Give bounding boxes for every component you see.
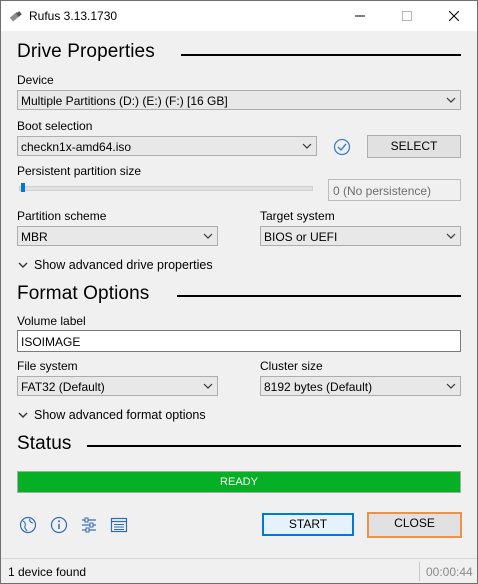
close-window-button[interactable] <box>431 1 477 31</box>
window-title: Rufus 3.13.1730 <box>29 9 118 23</box>
persistence-slider-thumb[interactable] <box>21 183 25 192</box>
boot-selection-value: checkn1x-amd64.iso <box>21 140 132 154</box>
language-globe-icon[interactable] <box>19 516 37 534</box>
close-icon <box>449 11 459 21</box>
maximize-button[interactable] <box>384 1 430 31</box>
select-button[interactable]: SELECT <box>367 135 461 158</box>
info-icon[interactable] <box>50 516 68 534</box>
section-divider <box>87 445 461 447</box>
advanced-drive-label: Show advanced drive properties <box>34 258 213 272</box>
cluster-size-label: Cluster size <box>260 359 323 373</box>
chevron-down-icon <box>302 143 312 149</box>
usb-drive-icon <box>9 11 22 22</box>
format-options-heading: Format Options <box>17 283 150 304</box>
partition-scheme-dropdown[interactable]: MBR <box>17 226 218 246</box>
chevron-down-icon <box>203 233 213 239</box>
status-bar-separator <box>419 562 420 581</box>
status-bar: 1 device found 00:00:44 <box>1 558 477 583</box>
status-heading: Status <box>17 433 72 454</box>
minimize-button[interactable] <box>337 1 383 31</box>
device-dropdown[interactable]: Multiple Partitions (D:) (E:) (F:) [16 G… <box>17 90 461 110</box>
device-label: Device <box>17 73 54 87</box>
status-bar-text: 1 device found <box>8 565 87 579</box>
rufus-window: Rufus 3.13.1730 Drive Properties Device … <box>0 0 478 584</box>
file-system-label: File system <box>17 359 78 373</box>
boot-selection-dropdown[interactable]: checkn1x-amd64.iso <box>17 136 317 156</box>
section-divider <box>181 54 461 56</box>
elapsed-time: 00:00:44 <box>426 565 473 579</box>
persistence-slider-track[interactable] <box>19 186 313 191</box>
partition-scheme-label: Partition scheme <box>17 209 107 223</box>
status-progress-bar: READY <box>17 471 461 493</box>
persistence-size-field: 0 (No persistence) <box>328 179 461 201</box>
partition-scheme-value: MBR <box>21 230 48 244</box>
verify-checkmark-icon[interactable] <box>333 138 351 156</box>
volume-label-value: ISOIMAGE <box>21 335 81 349</box>
cluster-size-value: 8192 bytes (Default) <box>264 380 373 394</box>
target-system-value: BIOS or UEFI <box>264 230 338 244</box>
persistence-size-value: 0 (No persistence) <box>333 184 432 198</box>
minimize-icon <box>355 15 365 17</box>
main-content: Drive Properties Device Multiple Partiti… <box>1 31 477 558</box>
cluster-size-dropdown[interactable]: 8192 bytes (Default) <box>260 376 461 396</box>
chevron-down-icon <box>18 262 28 268</box>
title-bar: Rufus 3.13.1730 <box>1 1 477 31</box>
start-button[interactable]: START <box>262 513 354 536</box>
file-system-value: FAT32 (Default) <box>21 380 105 394</box>
target-system-label: Target system <box>260 209 335 223</box>
volume-label-label: Volume label <box>17 314 86 328</box>
advanced-drive-properties-toggle[interactable]: Show advanced drive properties <box>18 258 213 272</box>
target-system-dropdown[interactable]: BIOS or UEFI <box>260 226 461 246</box>
section-divider <box>177 295 461 297</box>
persistent-partition-label: Persistent partition size <box>17 164 142 178</box>
advanced-format-options-toggle[interactable]: Show advanced format options <box>18 408 206 422</box>
log-list-icon[interactable] <box>110 516 128 534</box>
advanced-format-label: Show advanced format options <box>34 408 206 422</box>
boot-selection-label: Boot selection <box>17 119 93 133</box>
chevron-down-icon <box>18 412 28 418</box>
drive-properties-heading: Drive Properties <box>17 41 155 62</box>
chevron-down-icon <box>203 383 213 389</box>
close-button[interactable]: CLOSE <box>367 512 462 538</box>
file-system-dropdown[interactable]: FAT32 (Default) <box>17 376 218 396</box>
chevron-down-icon <box>446 97 456 103</box>
chevron-down-icon <box>446 233 456 239</box>
device-value: Multiple Partitions (D:) (E:) (F:) [16 G… <box>21 94 228 108</box>
settings-sliders-icon[interactable] <box>80 516 98 534</box>
volume-label-input[interactable]: ISOIMAGE <box>17 330 461 352</box>
maximize-icon <box>402 11 412 21</box>
chevron-down-icon <box>446 383 456 389</box>
